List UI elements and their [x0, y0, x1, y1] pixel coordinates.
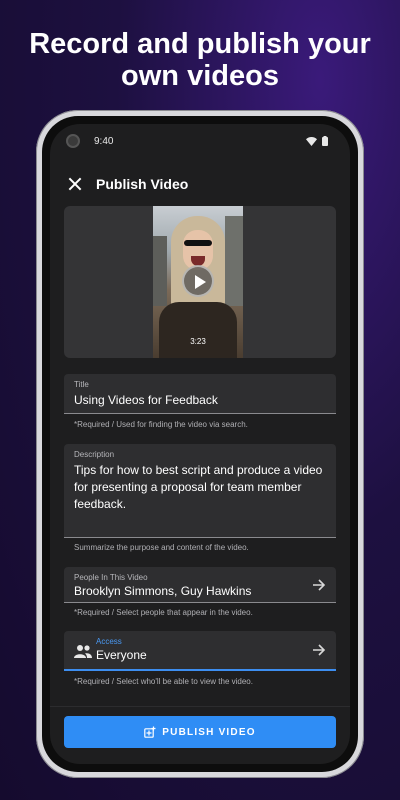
status-time: 9:40: [94, 135, 114, 147]
description-field[interactable]: Description Tips for how to best script …: [64, 444, 336, 538]
phone-screen: 9:40 Publish Video 3:23 Title Using Vide…: [50, 124, 350, 764]
publish-video-label: PUBLISH VIDEO: [162, 726, 256, 738]
video-duration: 3:23: [190, 337, 206, 346]
promo-headline-line1: Record and publish your: [29, 28, 371, 60]
access-field[interactable]: Access Everyone: [64, 631, 336, 671]
access-field-value[interactable]: Everyone: [96, 647, 326, 664]
thumbnail-jacket: [159, 302, 237, 358]
description-helper-text: Summarize the purpose and content of the…: [74, 543, 249, 552]
access-field-label: Access: [96, 637, 122, 646]
title-field[interactable]: Title Using Videos for Feedback: [64, 374, 336, 414]
status-icons: [306, 136, 328, 146]
phone-frame: 9:40 Publish Video 3:23 Title Using Vide…: [36, 110, 364, 778]
description-field-value[interactable]: Tips for how to best script and produce …: [74, 462, 326, 513]
background-building: [153, 236, 167, 306]
wifi-icon: [306, 136, 317, 146]
app-bar: Publish Video: [50, 172, 350, 196]
people-helper-text: *Required / Select people that appear in…: [74, 608, 253, 617]
thumbnail-sunglasses: [184, 240, 212, 246]
title-field-label: Title: [74, 380, 89, 389]
battery-icon: [322, 136, 328, 146]
people-icon: [74, 645, 92, 658]
promo-headline-line2: own videos: [121, 60, 279, 92]
phone-bezel: 9:40 Publish Video 3:23 Title Using Vide…: [42, 116, 358, 772]
arrow-right-icon[interactable]: [312, 578, 326, 592]
page-title: Publish Video: [96, 176, 189, 192]
video-preview-card[interactable]: 3:23: [64, 206, 336, 358]
play-icon[interactable]: [182, 265, 214, 297]
promo-headline: Record and publish your own videos: [0, 28, 400, 92]
video-thumbnail: 3:23: [153, 206, 243, 358]
arrow-right-icon[interactable]: [312, 643, 326, 657]
close-icon[interactable]: [68, 177, 82, 191]
bottom-divider: [50, 706, 350, 707]
title-helper-text: *Required / Used for finding the video v…: [74, 420, 248, 429]
title-field-value[interactable]: Using Videos for Feedback: [74, 392, 326, 409]
people-field[interactable]: People In This Video Brooklyn Simmons, G…: [64, 567, 336, 603]
status-bar: 9:40: [50, 124, 350, 158]
description-field-label: Description: [74, 450, 115, 459]
publish-video-button[interactable]: PUBLISH VIDEO: [64, 716, 336, 748]
people-field-value[interactable]: Brooklyn Simmons, Guy Hawkins: [74, 583, 326, 600]
access-helper-text: *Required / Select who'll be able to vie…: [74, 677, 253, 686]
background-building: [225, 216, 243, 306]
front-camera: [66, 134, 80, 148]
publish-icon: [144, 726, 156, 738]
people-field-label: People In This Video: [74, 573, 148, 582]
